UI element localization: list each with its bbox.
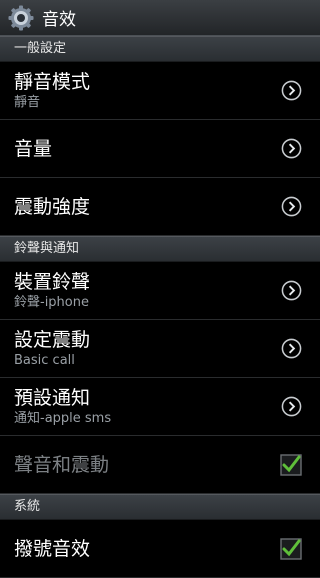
chevron-right-icon [281,196,302,216]
vibration-intensity-label: 震動強度 [14,195,91,218]
default-notification-label: 預設通知 [14,386,91,409]
title-bar: 音效 [0,0,320,36]
section-general: 一般設定 [0,36,320,62]
page-title: 音效 [42,10,76,30]
vibration-intensity-item[interactable]: 震動強度 [0,178,320,236]
default-notification-value: 通知-apple sms [14,410,112,426]
device-ringtone-value: 鈴聲-iphone [14,294,89,310]
silent-mode-value: 靜音 [14,94,41,110]
default-notification-item[interactable]: 預設通知 通知-apple sms [0,378,320,436]
checkbox-checked-icon[interactable] [280,537,302,560]
device-ringtone-item[interactable]: 裝置鈴聲 鈴聲-iphone [0,262,320,320]
dial-tone-label: 撥號音效 [14,537,91,560]
chevron-right-icon [281,80,302,100]
set-vibration-value: Basic call [14,352,75,368]
set-vibration-label: 設定震動 [14,328,91,351]
chevron-right-icon [281,396,302,416]
volume-item[interactable]: 音量 [0,120,320,178]
device-ringtone-label: 裝置鈴聲 [14,270,91,293]
sound-and-vibration-item[interactable]: 聲音和震動 [0,436,320,494]
section-system: 系統 [0,494,320,520]
chevron-right-icon [281,280,302,300]
volume-label: 音量 [14,137,53,160]
set-vibration-item[interactable]: 設定震動 Basic call [0,320,320,378]
chevron-right-icon [281,338,302,358]
silent-mode-item[interactable]: 靜音模式 靜音 [0,62,320,120]
sound-and-vibration-label: 聲音和震動 [14,453,110,476]
section-ringtones: 鈴聲與通知 [0,236,320,262]
gear-icon [8,5,34,30]
chevron-right-icon [281,138,302,158]
dial-tone-item[interactable]: 撥號音效 [0,520,320,578]
silent-mode-label: 靜音模式 [14,70,91,93]
checkbox-checked-icon[interactable] [280,453,302,476]
